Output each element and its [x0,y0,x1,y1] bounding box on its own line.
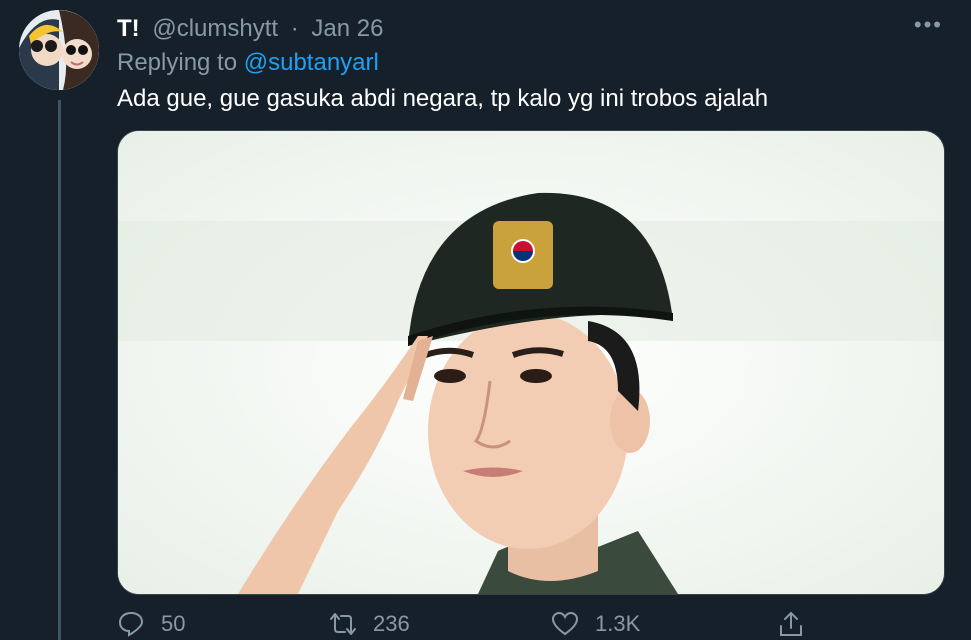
tweet-text: Ada gue, gue gasuka abdi negara, tp kalo… [117,85,769,112]
share-action[interactable] [777,610,821,638]
like-action[interactable]: 1.3K [551,610,640,638]
avatar[interactable] [19,10,99,90]
reply-prefix: Replying to [117,49,238,76]
retweet-count: 236 [373,611,410,636]
tweet-actions: 50 236 1.3K [117,606,943,640]
tweet-header: T! @clumshytt · Jan 26 [117,14,383,44]
share-icon [780,611,802,636]
more-options-icon[interactable]: ••• [914,14,943,36]
retweet-action[interactable]: 236 [329,610,410,638]
separator-dot: · [290,15,299,42]
retweet-icon [330,613,356,635]
reply-mention-link[interactable]: @subtanyarl [244,49,379,76]
tweet-date[interactable]: Jan 26 [311,15,383,42]
like-count: 1.3K [595,611,641,636]
reply-count: 50 [161,611,186,636]
user-handle[interactable]: @clumshytt [152,15,278,42]
reply-action[interactable]: 50 [117,610,185,638]
tweet-media-image[interactable] [117,130,945,595]
replying-to: Replying to @subtanyarl [117,48,379,78]
reply-icon [118,611,144,637]
tweet[interactable]: T! @clumshytt · Jan 26 ••• Replying to @… [0,0,971,640]
display-name[interactable]: T! [117,15,140,42]
thread-connector-line [58,100,61,640]
heart-icon [551,611,579,636]
